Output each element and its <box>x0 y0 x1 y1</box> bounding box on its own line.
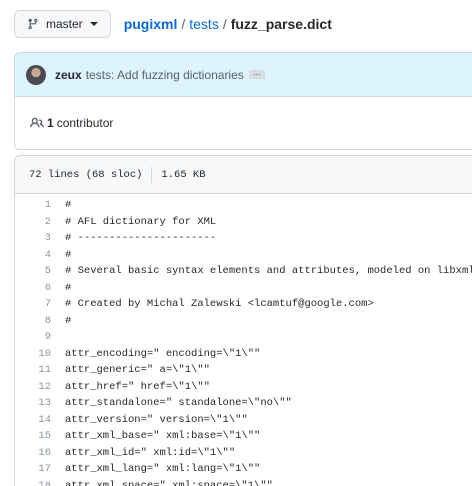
code-line: 10 attr_encoding=" encoding=\"1\"" <box>15 346 472 363</box>
latest-commit-header: zeux tests: Add fuzzing dictionaries … <box>15 53 472 97</box>
contributor-count: 1 <box>47 116 54 130</box>
breadcrumb-repo-link[interactable]: pugixml <box>124 16 178 32</box>
line-number[interactable]: 4 <box>15 249 51 261</box>
code-line: 7 # Created by Michal Zalewski <lcamtuf@g… <box>15 296 472 313</box>
line-content: # <box>65 199 72 212</box>
code-line: 9 <box>15 329 472 346</box>
code-line: 2 # AFL dictionary for XML <box>15 214 472 231</box>
line-number[interactable]: 17 <box>15 463 51 475</box>
line-number[interactable]: 14 <box>15 414 51 426</box>
breadcrumb-separator: / <box>181 16 186 32</box>
breadcrumb-file-name: fuzz_parse.dict <box>230 16 332 32</box>
line-content: attr_encoding=" encoding=\"1\"" <box>65 347 261 360</box>
line-content: attr_xml_base=" xml:base=\"1\"" <box>65 430 261 443</box>
line-content: attr_href=" href=\"1\"" <box>65 380 210 393</box>
latest-commit-box: zeux tests: Add fuzzing dictionaries … 1… <box>14 52 472 150</box>
line-number[interactable]: 5 <box>15 265 51 277</box>
code-line: 11 attr_generic=" a=\"1\"" <box>15 362 472 379</box>
code-table: 1 #2 # AFL dictionary for XML 3 # ----------… <box>15 194 472 486</box>
commit-message-link[interactable]: tests: Add fuzzing dictionaries <box>86 68 244 82</box>
line-content: # Created by Michal Zalewski <lcamtuf@go… <box>65 298 374 311</box>
line-content: # <box>65 248 72 261</box>
line-number[interactable]: 16 <box>15 447 51 459</box>
branch-name: master <box>46 17 83 31</box>
line-number[interactable]: 15 <box>15 430 51 442</box>
code-line: 17 attr_xml_lang=" xml:lang=\"1\"" <box>15 461 472 478</box>
commit-author-link[interactable]: zeux <box>55 68 82 82</box>
line-content: attr_xml_id=" xml:id=\"1\"" <box>65 446 236 459</box>
line-number[interactable]: 10 <box>15 348 51 360</box>
line-content: attr_standalone=" standalone=\"no\"" <box>65 397 292 410</box>
code-line: 4 # <box>15 247 472 264</box>
line-number[interactable]: 6 <box>15 282 51 294</box>
line-number[interactable]: 3 <box>15 232 51 244</box>
line-number[interactable]: 13 <box>15 397 51 409</box>
file-navigation: master pugixml / tests / fuzz_parse.dict <box>14 10 472 38</box>
line-number[interactable]: 9 <box>15 331 51 343</box>
code-line: 6 # <box>15 280 472 297</box>
line-number[interactable]: 8 <box>15 315 51 327</box>
chevron-down-icon <box>89 22 98 26</box>
line-content: # <box>65 281 72 294</box>
breadcrumb: pugixml / tests / fuzz_parse.dict <box>124 16 332 32</box>
file-size: 1.65 KB <box>161 168 206 181</box>
line-content: # AFL dictionary for XML <box>65 215 217 228</box>
line-number[interactable]: 18 <box>15 480 51 486</box>
line-content: attr_xml_lang=" xml:lang=\"1\"" <box>65 463 261 476</box>
line-content: # <box>65 314 72 327</box>
code-line: 18 attr_xml_space=" xml:space=\"1\"" <box>15 478 472 486</box>
code-line: 3 # ---------------------- <box>15 230 472 247</box>
line-content: # ---------------------- <box>65 232 217 245</box>
line-number[interactable]: 1 <box>15 199 51 211</box>
contributor-label: contributor <box>56 116 114 130</box>
line-content: # Several basic syntax elements and attr… <box>65 265 472 278</box>
line-number[interactable]: 12 <box>15 381 51 393</box>
code-line: 14 attr_version=" version=\"1\"" <box>15 412 472 429</box>
line-content: attr_version=" version=\"1\"" <box>65 413 248 426</box>
code-line: 12 attr_href=" href=\"1\"" <box>15 379 472 396</box>
file-line-count: 72 lines (68 sloc) <box>29 168 143 181</box>
code-line: 1 # <box>15 197 472 214</box>
divider <box>151 166 153 183</box>
line-number[interactable]: 2 <box>15 216 51 228</box>
file-info-header: 72 lines (68 sloc) 1.65 KB <box>15 156 472 194</box>
git-branch-icon <box>28 18 38 30</box>
people-icon <box>30 117 44 128</box>
expand-commit-button[interactable]: … <box>248 69 265 79</box>
code-line: 16 attr_xml_id=" xml:id=\"1\"" <box>15 445 472 462</box>
branch-select-button[interactable]: master <box>14 10 111 38</box>
code-line: 5 # Several basic syntax elements and att… <box>15 263 472 280</box>
line-content: attr_xml_space=" xml:space=\"1\"" <box>65 479 273 486</box>
breadcrumb-dir-link[interactable]: tests <box>189 16 219 32</box>
file-viewer: 72 lines (68 sloc) 1.65 KB 1 #2 # AFL dict… <box>14 155 472 486</box>
breadcrumb-separator: / <box>222 16 227 32</box>
line-content: attr_generic=" a=\"1\"" <box>65 364 210 377</box>
avatar[interactable] <box>26 64 46 85</box>
code-line: 8 # <box>15 313 472 330</box>
code-line: 13 attr_standalone=" standalone=\"no\"" <box>15 395 472 412</box>
contributors-row[interactable]: 1 contributor <box>15 97 472 149</box>
code-line: 15 attr_xml_base=" xml:base=\"1\"" <box>15 428 472 445</box>
line-number[interactable]: 7 <box>15 298 51 310</box>
line-number[interactable]: 11 <box>15 364 51 376</box>
